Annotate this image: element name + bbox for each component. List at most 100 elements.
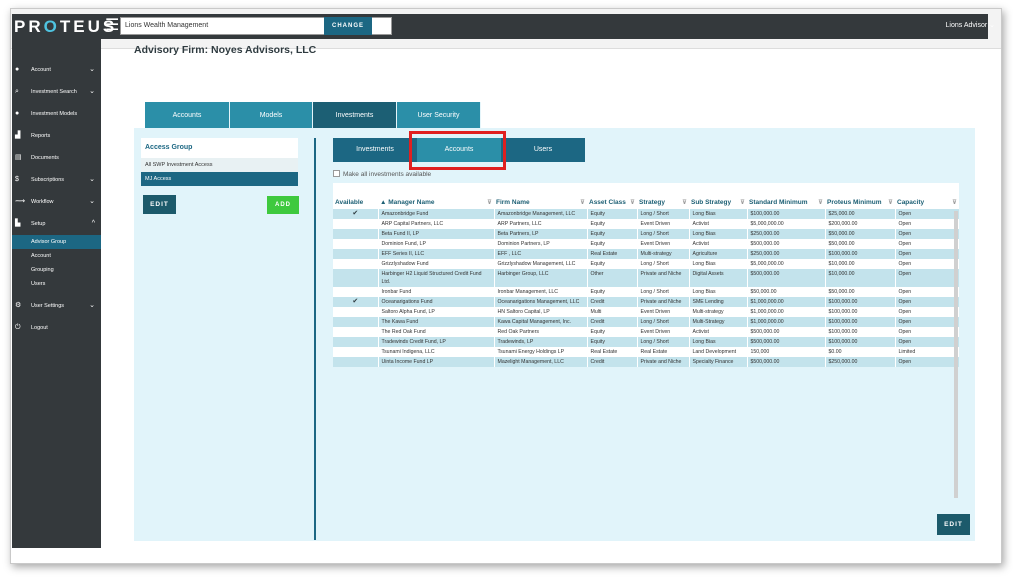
filter-icon[interactable]: ⊽ xyxy=(888,199,893,207)
sidebar-item-investment-models[interactable]: ● Investment Models xyxy=(12,105,101,123)
cell-available-check[interactable] xyxy=(333,249,379,259)
cell-available-check[interactable]: ✔ xyxy=(333,297,379,307)
access-group-row[interactable]: All SWP Investment Access xyxy=(141,158,298,172)
sidebar-item-user-settings[interactable]: ⚙ User Settings ⌄ xyxy=(12,297,101,315)
table-row[interactable]: Saltoro Alpha Fund, LP HN Saltoro Capital… xyxy=(333,307,959,317)
cell-manager-name: Beta Fund II, LP xyxy=(378,229,495,239)
filter-icon[interactable]: ⊽ xyxy=(630,199,635,207)
cell-manager-name: Harbinger H2 Liquid Structured Credit Fu… xyxy=(378,269,495,287)
cell-available-check[interactable] xyxy=(333,269,379,287)
sidebar-item-subscriptions[interactable]: $ Subscriptions ⌄ xyxy=(12,171,101,189)
cell-available-check[interactable] xyxy=(333,307,379,317)
filter-icon[interactable]: ⊽ xyxy=(952,199,957,207)
sidebar-item-investment-search[interactable]: ⌕ Investment Search ⌄ xyxy=(12,83,101,101)
table-row[interactable]: The Kawa Fund Kawa Capital Management, In… xyxy=(333,317,959,327)
col-header-sub-strategy[interactable]: Sub Strategy ⊽ xyxy=(689,183,747,209)
cell-available-check[interactable] xyxy=(333,347,379,357)
sidebar-item-label: Investment Models xyxy=(31,111,78,117)
col-header-available[interactable]: Available xyxy=(333,183,378,209)
col-header-manager[interactable]: ▲ Manager Name ⊽ xyxy=(378,183,494,209)
tab-models[interactable]: Models xyxy=(230,102,313,129)
cell-asset-class: Equity xyxy=(587,229,638,239)
cell-available-check[interactable] xyxy=(333,337,379,347)
tab-accounts[interactable]: Accounts xyxy=(145,102,230,129)
filter-icon[interactable]: ⊽ xyxy=(580,199,585,207)
table-row[interactable]: ✔ Amazonbridge Fund Amazonbridge Managemen… xyxy=(333,209,959,219)
cell-proteus-minimum: $50,000.00 xyxy=(825,229,896,239)
sidebar-subitem-advisor-group[interactable]: Advisor Group xyxy=(12,235,101,249)
table-row[interactable]: Beta Fund II, LP Beta Partners, LP Equity L… xyxy=(333,229,959,239)
sidebar-subitem-account[interactable]: Account xyxy=(12,249,101,263)
cell-available-check[interactable] xyxy=(333,219,379,229)
cell-available-check[interactable] xyxy=(333,287,379,297)
make-all-available[interactable]: Make all investments available xyxy=(333,170,431,178)
filter-icon[interactable]: ⊽ xyxy=(487,199,492,207)
change-button[interactable]: CHANGE xyxy=(324,17,372,35)
filter-icon[interactable]: ⊽ xyxy=(818,199,823,207)
sidebar-item-setup[interactable]: ▙ Setup ^ xyxy=(12,215,101,233)
col-header-asset-class[interactable]: Asset Class ⊽ xyxy=(587,183,637,209)
sidebar-subitem-users[interactable]: Users xyxy=(12,277,101,291)
cell-capacity: Open xyxy=(895,219,959,229)
cell-firm-name: Grizzlyshadow Management, LLC xyxy=(494,259,588,269)
cell-available-check[interactable]: ✔ xyxy=(333,209,379,219)
cell-available-check[interactable] xyxy=(333,259,379,269)
filter-icon[interactable]: ⊽ xyxy=(740,199,745,207)
make-all-checkbox[interactable] xyxy=(333,170,340,177)
table-row[interactable]: EFF Series II, LLC EFF , LLC Real Estate Mu… xyxy=(333,249,959,259)
table-row[interactable]: ✔ Oceanarigations Fund Oceanarigations Man… xyxy=(333,297,959,307)
access-group-row-selected[interactable]: MJ Access xyxy=(141,172,298,186)
table-edit-button[interactable]: EDIT xyxy=(937,514,970,535)
sidebar-item-workflow[interactable]: ⟿ Workflow ⌄ xyxy=(12,193,101,211)
sidebar-item-account[interactable]: ● Account ⌄ xyxy=(12,61,101,79)
tab-investments[interactable]: Investments xyxy=(313,102,397,129)
sidebar-icon: ● xyxy=(15,66,20,73)
table-row[interactable]: Tradewinds Credit Fund, LP Tradewinds, LP… xyxy=(333,337,959,347)
col-header-firm[interactable]: Firm Name ⊽ xyxy=(494,183,587,209)
table-row[interactable]: Harbinger H2 Liquid Structured Credit Fu… xyxy=(333,269,959,287)
subtab-investments[interactable]: Investments xyxy=(333,138,417,162)
table-row[interactable]: Tsunami Indigena, LLC Tsunami Energy Hold… xyxy=(333,347,959,357)
cell-sub-strategy: SME Lending xyxy=(689,297,748,307)
cell-available-check[interactable] xyxy=(333,317,379,327)
cell-available-check[interactable] xyxy=(333,239,379,249)
table-scrollbar[interactable] xyxy=(954,211,958,498)
col-header-standard-minimum[interactable]: Standard Minimum ⊽ xyxy=(747,183,825,209)
add-button[interactable]: ADD xyxy=(267,196,299,214)
table-row[interactable]: The Red Oak Fund Red Oak Partners Equity Ev… xyxy=(333,327,959,337)
menu-icon[interactable]: ☰ xyxy=(105,17,119,35)
table-row[interactable]: Grizzlyshadow Fund Grizzlyshadow Manageme… xyxy=(333,259,959,269)
cell-proteus-minimum: $25,000.00 xyxy=(825,209,896,219)
user-menu[interactable]: Lions Advisor ⌄ xyxy=(946,17,995,35)
table-row[interactable]: Dominion Fund, LP Dominion Partners, LP Eq… xyxy=(333,239,959,249)
cell-capacity: Open xyxy=(895,327,959,337)
sidebar-item-documents[interactable]: ▤ Documents xyxy=(12,149,101,167)
sidebar-item-logout[interactable]: ⏻ Logout xyxy=(12,319,101,337)
user-name: Lions Advisor xyxy=(945,22,988,29)
col-header-strategy[interactable]: Strategy ⊽ xyxy=(637,183,689,209)
sidebar-icon: $ xyxy=(15,176,19,183)
sidebar-item-label: Account xyxy=(31,67,51,73)
cell-sub-strategy: Activist xyxy=(689,327,748,337)
cell-standard-minimum: $250,000.00 xyxy=(747,249,826,259)
sidebar-icon: ● xyxy=(15,110,20,117)
cell-capacity: Open xyxy=(895,269,959,287)
table-row[interactable]: Uinta Income Fund LP Mazelight Management… xyxy=(333,357,959,367)
highlight-callout-box xyxy=(409,131,506,170)
cell-manager-name: Tradewinds Credit Fund, LP xyxy=(378,337,495,347)
col-header-proteus-minimum[interactable]: Proteus Minimum ⊽ xyxy=(825,183,895,209)
cell-available-check[interactable] xyxy=(333,327,379,337)
table-row[interactable]: Ironbar Fund Ironbar Management, LLC Equit… xyxy=(333,287,959,297)
cell-manager-name: Ironbar Fund xyxy=(378,287,495,297)
cell-available-check[interactable] xyxy=(333,229,379,239)
subtab-users[interactable]: Users xyxy=(501,138,585,162)
sidebar-subitem-grouping[interactable]: Grouping xyxy=(12,263,101,277)
table-row[interactable]: ARP Capital Partners, LLC ARP Partners, L… xyxy=(333,219,959,229)
col-header-capacity[interactable]: Capacity ⊽ xyxy=(895,183,959,209)
cell-available-check[interactable] xyxy=(333,357,379,367)
panel-divider xyxy=(314,138,316,540)
sidebar-item-reports[interactable]: ▟ Reports xyxy=(12,127,101,145)
filter-icon[interactable]: ⊽ xyxy=(682,199,687,207)
tab-user-security[interactable]: User Security xyxy=(397,102,481,129)
access-group-edit-button[interactable]: EDIT xyxy=(143,195,176,214)
